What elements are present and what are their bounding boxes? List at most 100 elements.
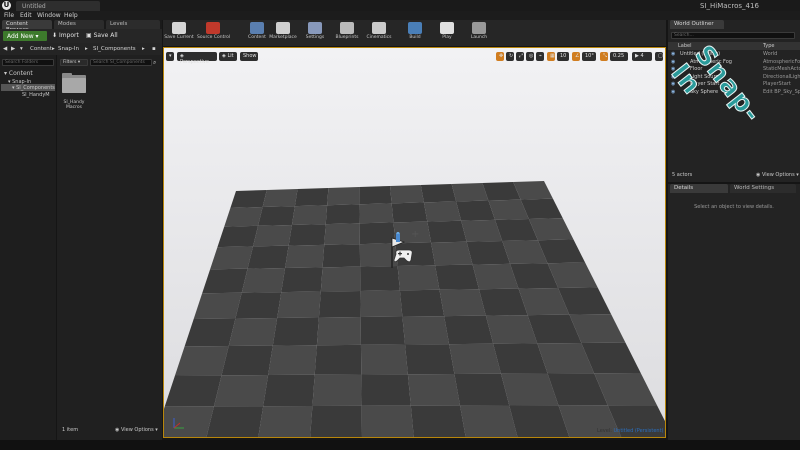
left-panel-tabs: Content Browser Modes Levels (0, 20, 162, 33)
viewport-options-icon[interactable]: ▾ (166, 52, 174, 61)
outliner-row-type: PlayerStart (763, 81, 791, 87)
floor-tile (263, 374, 315, 407)
path-segment-si-components[interactable]: SI_Components (93, 46, 136, 52)
tree-item-label: SI_Components (16, 85, 55, 91)
save-current-button[interactable]: Save Current (163, 20, 195, 46)
tree-item-content[interactable]: ▾ Content (4, 70, 33, 77)
lit-button[interactable]: ◈ Lit (219, 52, 237, 61)
folder-tree: Search Folders ▾ Content ▾ Snap-In (0, 55, 56, 440)
path-segment-content[interactable]: Content (30, 46, 52, 52)
view-options-button[interactable]: ◉ View Options ▾ (115, 427, 158, 433)
unreal-logo-icon[interactable]: U (2, 1, 11, 10)
floor-tile (310, 405, 362, 437)
source-control-button[interactable]: Source Control (197, 20, 230, 46)
surface-snap-icon[interactable]: ⌁ (536, 52, 544, 61)
save-all-button[interactable]: ▣ Save All (86, 32, 118, 39)
launch-button[interactable]: Launch (463, 20, 495, 46)
show-button[interactable]: Show (240, 52, 258, 61)
floor-tile (439, 289, 486, 317)
maximize-viewport-icon[interactable]: ▢ (655, 52, 663, 61)
floor-tile (407, 373, 461, 406)
col-label[interactable]: Label (678, 43, 692, 49)
launch-label: Launch (470, 35, 488, 40)
eye-visibility-icon[interactable]: ◉ (671, 59, 675, 65)
floor-tile (435, 264, 479, 290)
floor-tile (402, 316, 450, 345)
menu-help[interactable]: Help (64, 12, 78, 19)
floor-tile (206, 406, 264, 437)
save-current-icon (172, 22, 186, 34)
scale-snap-icon[interactable]: ⤡ (600, 52, 608, 61)
rotate-icon[interactable]: ↻ (506, 52, 514, 61)
menu-window[interactable]: Window (37, 12, 61, 19)
floor-tile (318, 290, 361, 318)
save-current-label: Save Current (164, 35, 194, 40)
floor-tile (360, 290, 403, 318)
filters-button[interactable]: Filters ▾ (60, 59, 88, 66)
import-label: Import (58, 32, 79, 39)
folder-icon[interactable] (62, 73, 86, 93)
menu-edit[interactable]: Edit (20, 12, 32, 19)
angle-snap-icon[interactable]: ∠ (572, 52, 580, 61)
search-folders-input[interactable]: Search Folders (2, 59, 54, 66)
history-icon[interactable]: ▾ (20, 46, 23, 52)
floor-tile (277, 291, 321, 318)
outliner-row[interactable]: ◉ Untitled (Editor) World (668, 51, 800, 58)
outliner-row-type: DirectionalLight (763, 73, 800, 80)
back-arrow-icon[interactable]: ◀ (3, 46, 7, 52)
tree-item-si-handym[interactable]: SI_HandyM (22, 92, 50, 98)
folder-front (62, 78, 86, 93)
col-type[interactable]: Type (763, 43, 774, 49)
document-tab[interactable]: Untitled (16, 1, 100, 11)
angle-snap-value[interactable]: 10° (582, 52, 596, 61)
tab-levels[interactable]: Levels (106, 20, 160, 29)
path-segment-snap-in[interactable]: Snap-In (58, 46, 79, 52)
play-button[interactable]: Play (431, 20, 463, 46)
floor-tile (294, 188, 329, 207)
floor-tile (272, 317, 319, 346)
world-local-icon[interactable]: ◎ (526, 52, 534, 61)
floor-tile (230, 190, 267, 208)
settings-button[interactable]: Settings (299, 20, 331, 46)
axis-gizmo-icon (173, 418, 184, 429)
play-icon (440, 22, 454, 34)
status-bar (0, 440, 800, 450)
build-button[interactable]: Build (399, 20, 431, 46)
blueprints-button[interactable]: Blueprints (331, 20, 363, 46)
grid-snap-value[interactable]: 10 (557, 52, 569, 61)
scale-snap-value[interactable]: 0.25 (610, 52, 628, 61)
cinematics-button[interactable]: Cinematics (363, 20, 395, 46)
tree-item-si-components[interactable]: ▾ SI_Components (12, 85, 55, 91)
floor-tile (224, 207, 263, 227)
build-icon (408, 22, 422, 34)
scale-icon[interactable]: ⤢ (516, 52, 524, 61)
outliner-search-input[interactable]: Search... (671, 32, 795, 39)
floor-tile (391, 202, 428, 223)
viewport-toolbar: ▾ ◈ Perspective ◈ Lit Show ✥ ↻ ⤢ ◎ ⌁ ▦ 1… (164, 48, 665, 65)
import-button[interactable]: ⬇ Import (52, 32, 79, 39)
level-viewport[interactable]: + (163, 47, 666, 438)
perspective-button[interactable]: ◈ Perspective (177, 52, 217, 65)
tab-details[interactable]: Details (670, 184, 728, 193)
tab-modes[interactable]: Modes (54, 20, 104, 29)
outliner-view-options-button[interactable]: ◉ View Options ▾ (756, 172, 799, 178)
grid-snap-icon[interactable]: ▦ (547, 52, 555, 61)
tab-world-outliner[interactable]: World Outliner (670, 20, 724, 29)
lock-icon[interactable]: ▪ (152, 46, 156, 52)
tab-world-settings[interactable]: World Settings (730, 184, 796, 193)
eye-visibility-icon[interactable]: ◉ (671, 51, 675, 57)
tab-content-browser[interactable]: Content Browser (2, 20, 52, 33)
search-icon[interactable]: ⌕ (153, 59, 156, 67)
marketplace-button[interactable]: Marketplace (267, 20, 299, 46)
menu-file[interactable]: File (4, 12, 14, 19)
translate-icon[interactable]: ✥ (496, 52, 504, 61)
forward-arrow-icon[interactable]: ▶ (11, 46, 15, 52)
search-assets-input[interactable]: Search SI_Components (90, 59, 152, 66)
player-start-icon[interactable] (384, 230, 414, 272)
camera-speed-button[interactable]: ▶ 4 (632, 52, 652, 61)
floor-tile (228, 318, 278, 346)
path-separator-icon: ▸ (52, 46, 55, 52)
item-count: 1 item (62, 427, 79, 433)
add-new-button[interactable]: Add New ▾ (3, 31, 47, 41)
floor-tile (361, 405, 414, 437)
